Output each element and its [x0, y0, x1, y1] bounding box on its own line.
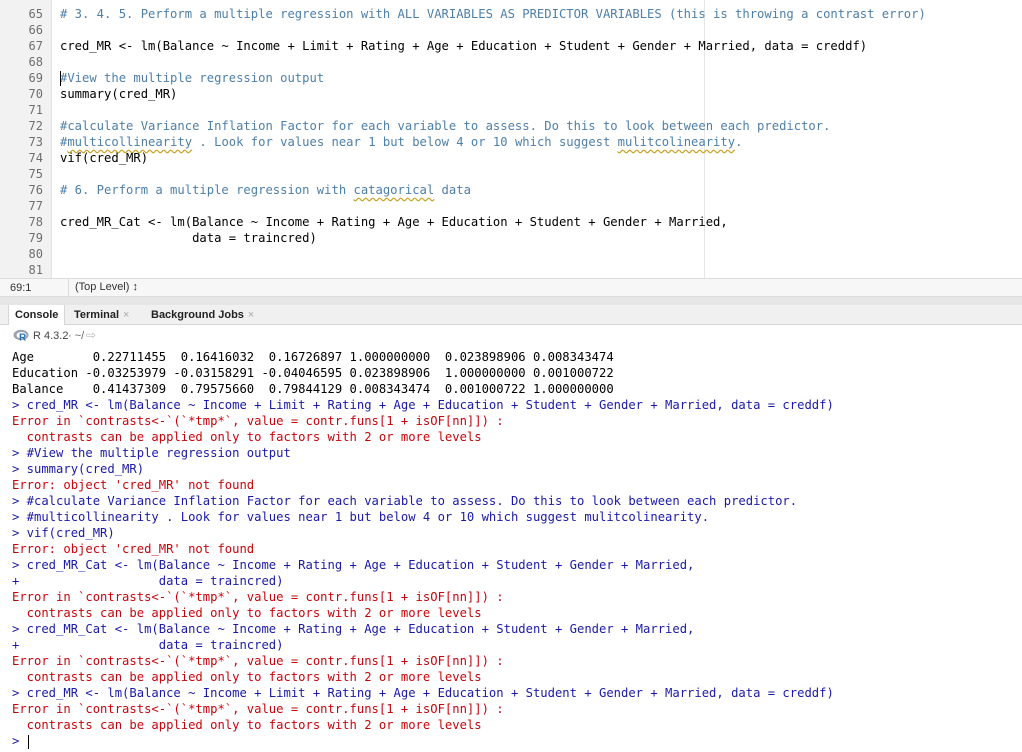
- code-token: #View the multiple regression output: [60, 71, 325, 85]
- line-number: 77: [28, 199, 43, 213]
- line-number: 68: [28, 55, 43, 69]
- code-line: cred_MR_Cat <- lm(Balance ~ Income + Rat…: [60, 214, 728, 230]
- r-logo-icon: R: [13, 329, 29, 342]
- editor-cursor: [60, 71, 61, 86]
- console-error-line: Error: object 'cred_MR' not found: [12, 542, 255, 556]
- console-error-line: Error: object 'cred_MR' not found: [12, 478, 255, 492]
- code-token: .: [735, 135, 743, 149]
- console-command-line: > cred_MR_Cat <- lm(Balance ~ Income + R…: [12, 622, 695, 636]
- code-line: #multicollinearity . Look for values nea…: [60, 134, 742, 150]
- code-line: # 6. Perform a multiple regression with …: [60, 182, 471, 198]
- cursor-position: 69:1: [10, 282, 32, 294]
- line-number: 71: [28, 103, 43, 117]
- line-number: 70: [28, 87, 43, 101]
- console-error-line: Error in `contrasts<-`(`*tmp*`, value = …: [12, 654, 511, 668]
- code-line: vif(cred_MR): [60, 150, 148, 166]
- editor-status-bar: 69:1 (Top Level) ↕: [0, 278, 1022, 297]
- console-command-line: + data = traincred): [12, 638, 284, 652]
- line-number: 81: [28, 263, 43, 277]
- pane-splitter[interactable]: [0, 297, 1022, 305]
- console-command-line: > cred_MR_Cat <- lm(Balance ~ Income + R…: [12, 558, 695, 572]
- console-command-line: > cred_MR <- lm(Balance ~ Income + Limit…: [12, 398, 834, 412]
- code-token: vif(cred_MR): [60, 151, 149, 165]
- console-error-line: contrasts can be applied only to factors…: [12, 718, 482, 732]
- spellcheck-word: multicollinearity: [67, 135, 193, 149]
- console-command-line: + data = traincred): [12, 574, 284, 588]
- console-error-line: contrasts can be applied only to factors…: [12, 430, 482, 444]
- console-command-line: >: [12, 734, 27, 748]
- console-command-line: > #calculate Variance Inflation Factor f…: [12, 494, 798, 508]
- console-output-line: Age 0.22711455 0.16416032 0.16726897 1.0…: [12, 350, 614, 364]
- console-output-line: Education -0.03253979 -0.03158291 -0.040…: [12, 366, 614, 380]
- console-command-line: > summary(cred_MR): [12, 462, 145, 476]
- line-number: 75: [28, 167, 43, 181]
- tab-terminal[interactable]: Terminal ×: [68, 305, 135, 325]
- svg-text:R: R: [19, 333, 27, 343]
- source-editor[interactable]: 65 66 67 68 69 70 71 72 73 74 75 76 77 78 79 80 81 # 3. …: [0, 0, 1022, 278]
- code-token: data = traincred): [60, 231, 317, 245]
- r-version-label: R 4.3.2: [33, 330, 69, 342]
- console-error-line: Error in `contrasts<-`(`*tmp*`, value = …: [12, 702, 511, 716]
- console-command-line: > cred_MR <- lm(Balance ~ Income + Limit…: [12, 686, 834, 700]
- close-icon[interactable]: ×: [123, 309, 129, 321]
- scope-selector[interactable]: (Top Level) ↕: [68, 279, 138, 296]
- line-number: 72: [28, 119, 43, 133]
- line-number-gutter: 65 66 67 68 69 70 71 72 73 74 75 76 77 78 79 80 81: [0, 0, 52, 278]
- console-command-line: > vif(cred_MR): [12, 526, 115, 540]
- line-number: 67: [28, 39, 43, 53]
- console-command-line: > #multicollinearity . Look for values n…: [12, 510, 710, 524]
- spellcheck-word: catagorical: [353, 183, 435, 197]
- line-number: 79: [28, 231, 43, 245]
- code-token: cred_MR <- lm(Balance ~ Income + Limit +…: [60, 39, 868, 53]
- code-token: data: [434, 183, 471, 197]
- tab-background-jobs[interactable]: Background Jobs ×: [145, 305, 260, 325]
- console-error-line: Error in `contrasts<-`(`*tmp*`, value = …: [12, 414, 511, 428]
- code-token: # 3. 4. 5. Perform a multiple regression…: [60, 7, 926, 21]
- code-token: #calculate Variance Inflation Factor for…: [60, 119, 831, 133]
- tab-console[interactable]: Console: [8, 305, 66, 326]
- console-header: R R 4.3.2 · ~/ ⇨: [0, 325, 1022, 347]
- code-line: summary(cred_MR): [60, 86, 177, 102]
- console-command-line: > #View the multiple regression output: [12, 446, 291, 460]
- line-number: 66: [28, 23, 43, 37]
- line-number: 78: [28, 215, 43, 229]
- tab-background-jobs-label: Background Jobs: [151, 309, 244, 321]
- working-directory-link[interactable]: · ~/: [68, 330, 84, 342]
- console-tab-bar: Console Terminal × Background Jobs ×: [0, 305, 1022, 326]
- tab-console-label: Console: [15, 309, 59, 321]
- console-error-line: Error in `contrasts<-`(`*tmp*`, value = …: [12, 590, 511, 604]
- console-output[interactable]: Age 0.22711455 0.16416032 0.16726897 1.0…: [0, 347, 1022, 752]
- code-token: # 6. Perform a multiple regression with: [60, 183, 354, 197]
- code-token: summary(cred_MR): [60, 87, 178, 101]
- line-number: 74: [28, 151, 43, 165]
- line-number: 73: [28, 135, 43, 149]
- spellcheck-word: mulitcolinearity: [617, 135, 736, 149]
- code-token: . Look for values near 1 but below 4 or …: [192, 135, 618, 149]
- line-number: 76: [28, 183, 43, 197]
- close-icon[interactable]: ×: [248, 309, 254, 321]
- code-line: #View the multiple regression output: [60, 70, 324, 86]
- console-error-line: contrasts can be applied only to factors…: [12, 670, 482, 684]
- line-number: 65: [28, 7, 43, 21]
- console-cursor: [28, 735, 29, 749]
- line-number: 69: [28, 71, 43, 85]
- tab-terminal-label: Terminal: [74, 309, 120, 321]
- code-line: cred_MR <- lm(Balance ~ Income + Limit +…: [60, 38, 867, 54]
- code-line: #calculate Variance Inflation Factor for…: [60, 118, 830, 134]
- console-error-line: contrasts can be applied only to factors…: [12, 606, 482, 620]
- code-token: cred_MR_Cat <- lm(Balance ~ Income + Rat…: [60, 215, 728, 229]
- code-line: data = traincred): [60, 230, 317, 246]
- console-output-line: Balance 0.41437309 0.79575660 0.79844129…: [12, 382, 614, 396]
- goto-directory-icon[interactable]: ⇨: [86, 328, 96, 342]
- line-number: 80: [28, 247, 43, 261]
- code-line: # 3. 4. 5. Perform a multiple regression…: [60, 6, 926, 22]
